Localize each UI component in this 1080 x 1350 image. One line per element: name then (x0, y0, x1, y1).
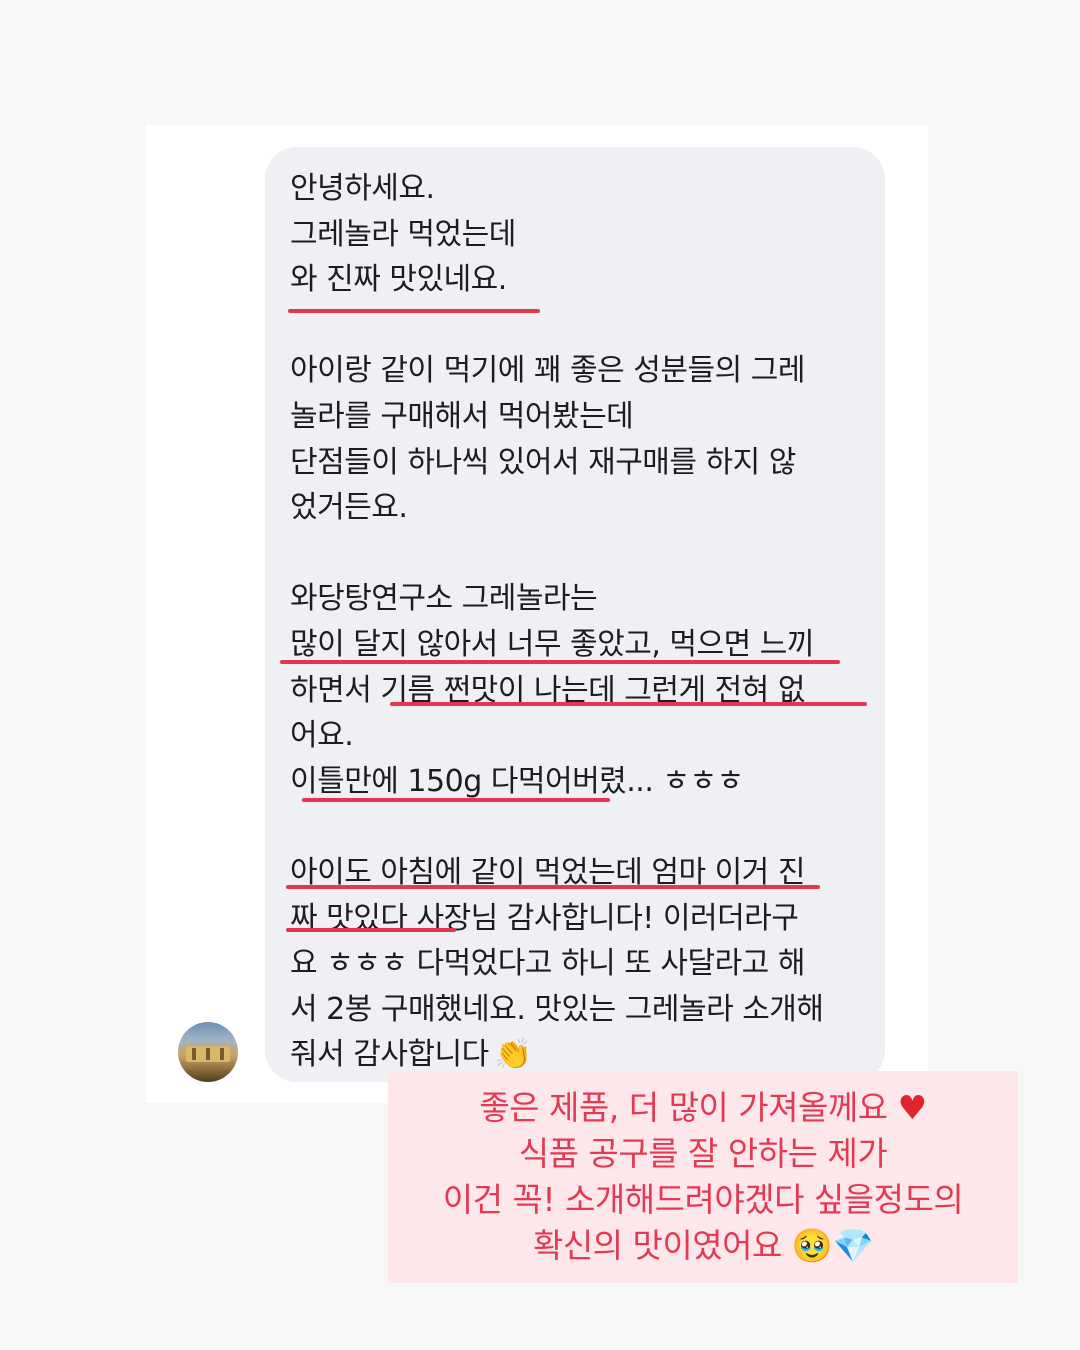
message-line: 놀라를 구매해서 먹어봤는데 (290, 398, 634, 434)
caption-line: 식품 공구를 잘 안하는 제가 (518, 1134, 888, 1173)
highlight-underline (286, 928, 456, 932)
avatar-column-shape (192, 1048, 196, 1060)
message-last-line-text: 줘서 감사합니다 (290, 1037, 489, 1073)
highlight-underline (302, 798, 610, 802)
caption-line: 확신의 맛이였어요 🥹💎 (388, 1223, 1018, 1269)
caption-line: 이건 꼭! 소개해드려야겠다 싶을정도의 (442, 1180, 964, 1219)
caption-line: 좋은 제품, 더 많이 가져올께요 ♥ (388, 1085, 1018, 1131)
message-line: 어요. (290, 718, 354, 754)
highlight-underline (390, 702, 867, 706)
caption-note-box: 좋은 제품, 더 많이 가져올께요 ♥ 식품 공구를 잘 안하는 제가 이건 꼭… (388, 1071, 1018, 1283)
caption-line-text: 좋은 제품, 더 많이 가져올께요 (479, 1088, 888, 1127)
avatar-column-shape (206, 1048, 210, 1060)
message-line: 와당탕연구소 그레놀라는 (290, 581, 598, 617)
pleading-face-icon: 🥹 (791, 1226, 833, 1265)
gem-icon: 💎 (832, 1226, 874, 1265)
message-line: 서 2봉 구매했네요. 맛있는 그레놀라 소개해 (290, 991, 824, 1027)
avatar-column-shape (220, 1048, 224, 1060)
message-line: 었거든요. (290, 490, 408, 526)
message-line: 와 진짜 맛있네요. (290, 262, 507, 298)
message-line: 단점들이 하나씩 있어서 재구매를 하지 않 (290, 444, 796, 480)
highlight-underline (286, 885, 820, 889)
heart-icon: ♥ (897, 1088, 928, 1127)
message-line: 요 ㅎㅎㅎ 다먹었다고 하니 또 사달라고 해 (290, 946, 805, 982)
message-line: 그레놀라 먹었는데 (290, 216, 516, 252)
message-line: 짜 맛있다 사장님 감사합니다! 이러더라구 (290, 900, 799, 936)
message-text: 안녕하세요. 그레놀라 먹었는데 와 진짜 맛있네요. 아이랑 같이 먹기에 꽤… (290, 166, 880, 1078)
sender-avatar[interactable] (178, 1022, 238, 1082)
highlight-underline (288, 309, 540, 313)
caption-line-text: 확신의 맛이였어요 (532, 1226, 782, 1265)
message-line: 안녕하세요. (290, 171, 435, 206)
message-line: 하면서 기름 쩐맛이 나는데 그런게 전혀 없 (290, 672, 805, 708)
highlight-underline (280, 660, 840, 664)
message-line: 아이랑 같이 먹기에 꽤 좋은 성분들의 그레 (290, 353, 805, 389)
